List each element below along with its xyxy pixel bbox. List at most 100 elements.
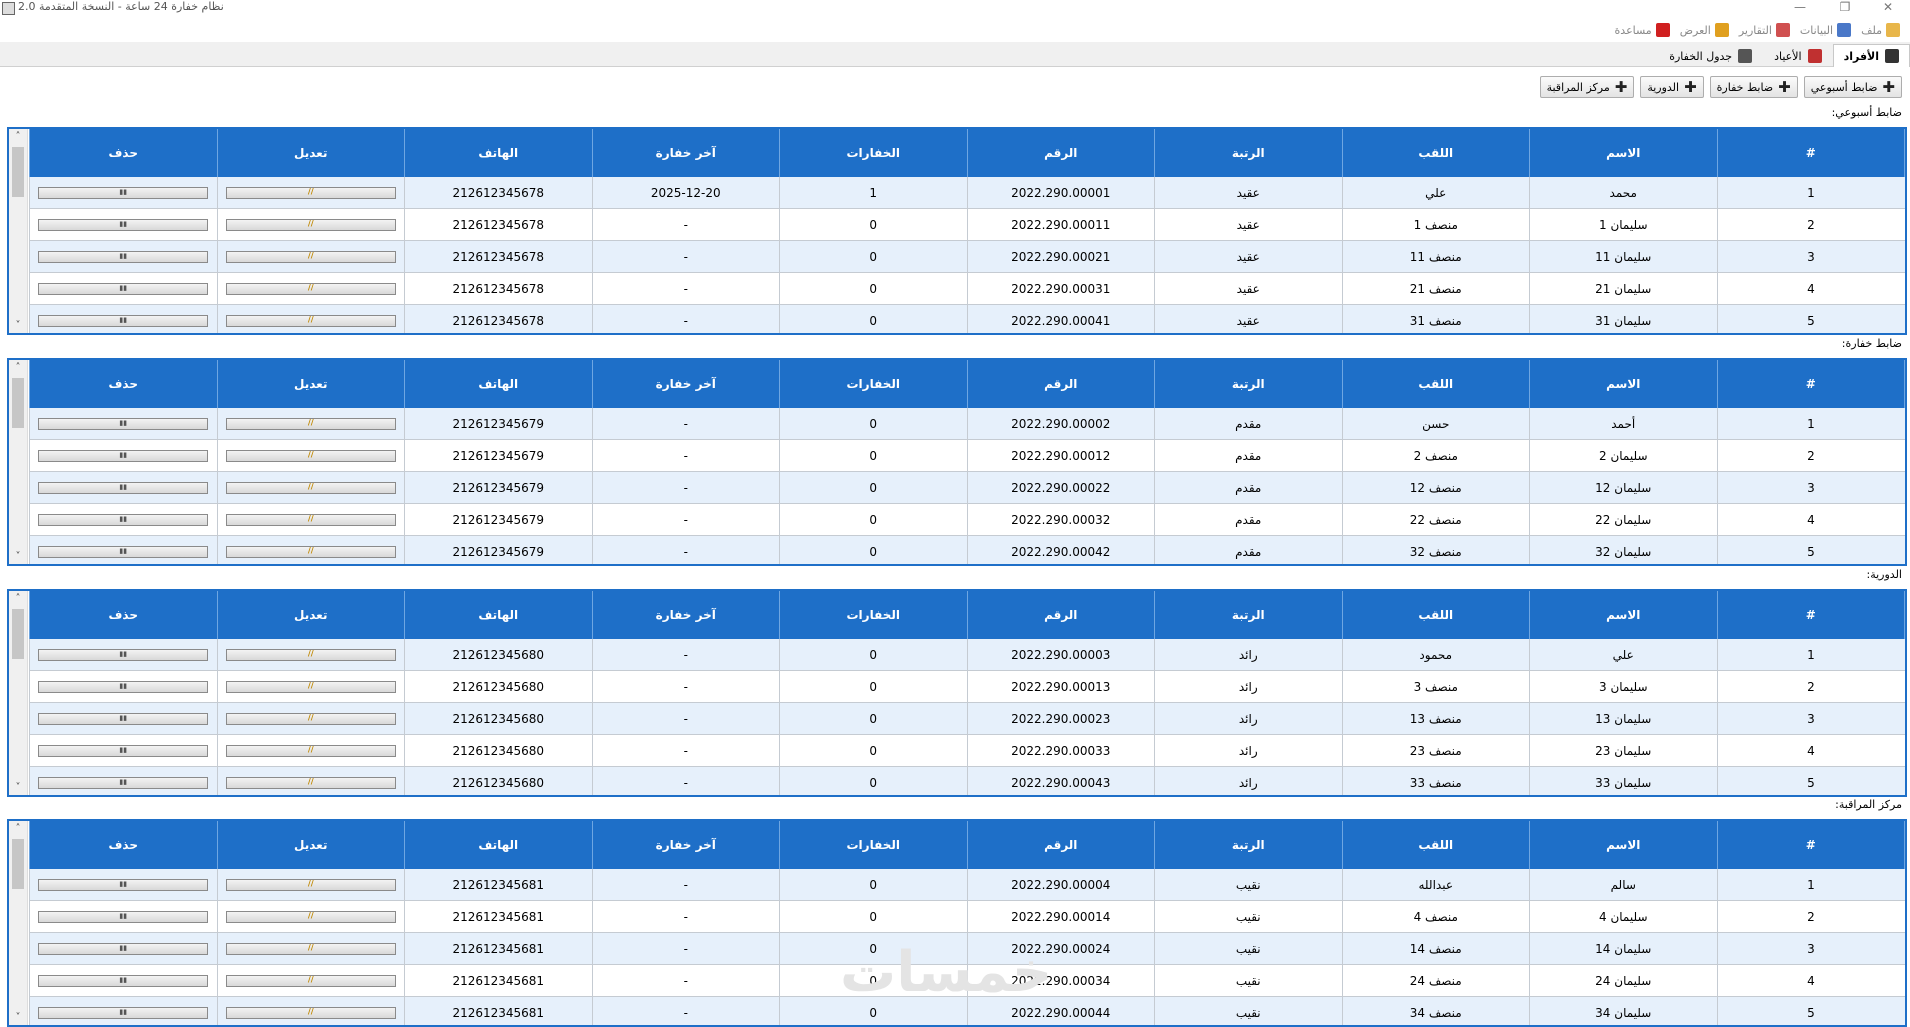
column-header[interactable]: الخفارات [780, 360, 968, 408]
column-header[interactable]: تعديل [217, 821, 405, 869]
column-header[interactable]: الخفارات [780, 591, 968, 639]
delete-button[interactable]: ▮▮ [38, 943, 208, 955]
edit-button[interactable]: // [226, 482, 396, 494]
vertical-scrollbar[interactable]: ˄˅ [9, 360, 28, 564]
column-header[interactable]: الهاتف [405, 360, 593, 408]
table-row[interactable]: 5سليمان 33منصف 33رائد2022.290.000430-212… [30, 767, 1905, 798]
edit-button[interactable]: // [226, 418, 396, 430]
edit-button[interactable]: // [226, 1007, 396, 1019]
edit-button[interactable]: // [226, 450, 396, 462]
menu-item-0[interactable]: ملف [1861, 20, 1900, 40]
table-row[interactable]: 3سليمان 14منصف 14نقيب2022.290.000240-212… [30, 933, 1905, 965]
delete-button[interactable]: ▮▮ [38, 546, 208, 558]
column-header[interactable]: # [1717, 360, 1905, 408]
scroll-thumb[interactable] [12, 147, 24, 197]
table-row[interactable]: 4سليمان 22منصف 22مقدم2022.290.000320-212… [30, 504, 1905, 536]
edit-button[interactable]: // [226, 187, 396, 199]
delete-button[interactable]: ▮▮ [38, 514, 208, 526]
column-header[interactable]: آخر خفارة [592, 591, 780, 639]
column-header[interactable]: الخفارات [780, 821, 968, 869]
table-row[interactable]: 5سليمان 34منصف 34نقيب2022.290.000440-212… [30, 997, 1905, 1027]
column-header[interactable]: اللقب [1342, 360, 1530, 408]
column-header[interactable]: الرقم [967, 821, 1155, 869]
table-row[interactable]: 2سليمان 4منصف 4نقيب2022.290.000140-21261… [30, 901, 1905, 933]
table-row[interactable]: 1سالمعبداللهنقيب2022.290.000040-21261234… [30, 869, 1905, 901]
column-header[interactable]: الاسم [1530, 821, 1718, 869]
edit-button[interactable]: // [226, 546, 396, 558]
delete-button[interactable]: ▮▮ [38, 418, 208, 430]
table-row[interactable]: 3سليمان 12منصف 12مقدم2022.290.000220-212… [30, 472, 1905, 504]
column-header[interactable]: الرتبة [1155, 360, 1343, 408]
delete-button[interactable]: ▮▮ [38, 649, 208, 661]
edit-button[interactable]: // [226, 879, 396, 891]
delete-button[interactable]: ▮▮ [38, 482, 208, 494]
table-row[interactable]: 5سليمان 31منصف 31عقيد2022.290.000410-212… [30, 305, 1905, 336]
scroll-up-icon[interactable]: ˄ [9, 823, 27, 834]
add-button-1[interactable]: ✚ضابط خفارة [1710, 76, 1798, 98]
column-header[interactable]: حذف [30, 129, 218, 177]
delete-button[interactable]: ▮▮ [38, 745, 208, 757]
column-header[interactable]: تعديل [217, 129, 405, 177]
edit-button[interactable]: // [226, 745, 396, 757]
edit-button[interactable]: // [226, 315, 396, 327]
tab-1[interactable]: الأعياد [1763, 44, 1832, 68]
vertical-scrollbar[interactable]: ˄˅ [9, 821, 28, 1025]
column-header[interactable]: # [1717, 821, 1905, 869]
column-header[interactable]: تعديل [217, 591, 405, 639]
minimize-button[interactable]: — [1780, 0, 1820, 16]
add-button-2[interactable]: ✚الدورية [1640, 76, 1703, 98]
column-header[interactable]: # [1717, 129, 1905, 177]
delete-button[interactable]: ▮▮ [38, 187, 208, 199]
column-header[interactable]: تعديل [217, 360, 405, 408]
column-header[interactable]: اللقب [1342, 591, 1530, 639]
table-row[interactable]: 5سليمان 32منصف 32مقدم2022.290.000420-212… [30, 536, 1905, 567]
delete-button[interactable]: ▮▮ [38, 911, 208, 923]
table-row[interactable]: 4سليمان 24منصف 24نقيب2022.290.000340-212… [30, 965, 1905, 997]
add-button-0[interactable]: ✚ضابط أسبوعي [1804, 76, 1902, 98]
column-header[interactable]: الهاتف [405, 821, 593, 869]
scroll-down-icon[interactable]: ˅ [9, 551, 27, 562]
scroll-thumb[interactable] [12, 378, 24, 428]
table-row[interactable]: 2سليمان 1منصف 1عقيد2022.290.000110-21261… [30, 209, 1905, 241]
delete-button[interactable]: ▮▮ [38, 681, 208, 693]
table-row[interactable]: 3سليمان 13منصف 13رائد2022.290.000230-212… [30, 703, 1905, 735]
scroll-up-icon[interactable]: ˄ [9, 131, 27, 142]
delete-button[interactable]: ▮▮ [38, 1007, 208, 1019]
delete-button[interactable]: ▮▮ [38, 219, 208, 231]
vertical-scrollbar[interactable]: ˄˅ [9, 129, 28, 333]
edit-button[interactable]: // [226, 219, 396, 231]
column-header[interactable]: حذف [30, 591, 218, 639]
delete-button[interactable]: ▮▮ [38, 283, 208, 295]
table-row[interactable]: 1محمدعليعقيد2022.290.0000112025-12-20212… [30, 177, 1905, 209]
column-header[interactable]: الرتبة [1155, 129, 1343, 177]
menu-item-3[interactable]: العرض [1680, 20, 1729, 40]
vertical-scrollbar[interactable]: ˄˅ [9, 591, 28, 795]
delete-button[interactable]: ▮▮ [38, 879, 208, 891]
table-row[interactable]: 2سليمان 3منصف 3رائد2022.290.000130-21261… [30, 671, 1905, 703]
scroll-thumb[interactable] [12, 609, 24, 659]
edit-button[interactable]: // [226, 283, 396, 295]
menu-item-1[interactable]: البيانات [1800, 20, 1851, 40]
close-button[interactable]: ✕ [1868, 0, 1908, 16]
edit-button[interactable]: // [226, 975, 396, 987]
edit-button[interactable]: // [226, 681, 396, 693]
column-header[interactable]: الهاتف [405, 129, 593, 177]
column-header[interactable]: الاسم [1530, 129, 1718, 177]
table-row[interactable]: 4سليمان 23منصف 23رائد2022.290.000330-212… [30, 735, 1905, 767]
tab-0[interactable]: الأفراد [1833, 44, 1910, 67]
edit-button[interactable]: // [226, 777, 396, 789]
column-header[interactable]: الرقم [967, 591, 1155, 639]
column-header[interactable]: الرتبة [1155, 821, 1343, 869]
column-header[interactable]: الهاتف [405, 591, 593, 639]
edit-button[interactable]: // [226, 514, 396, 526]
scroll-up-icon[interactable]: ˄ [9, 362, 27, 373]
add-button-3[interactable]: ✚مركز المراقبة [1540, 76, 1635, 98]
scroll-down-icon[interactable]: ˅ [9, 782, 27, 793]
column-header[interactable]: حذف [30, 821, 218, 869]
table-row[interactable]: 1عليمحمودرائد2022.290.000030-21261234568… [30, 639, 1905, 671]
tab-2[interactable]: جدول الخفارة [1658, 44, 1763, 68]
column-header[interactable]: آخر خفارة [592, 129, 780, 177]
column-header[interactable]: حذف [30, 360, 218, 408]
column-header[interactable]: الاسم [1530, 360, 1718, 408]
scroll-down-icon[interactable]: ˅ [9, 1012, 27, 1023]
